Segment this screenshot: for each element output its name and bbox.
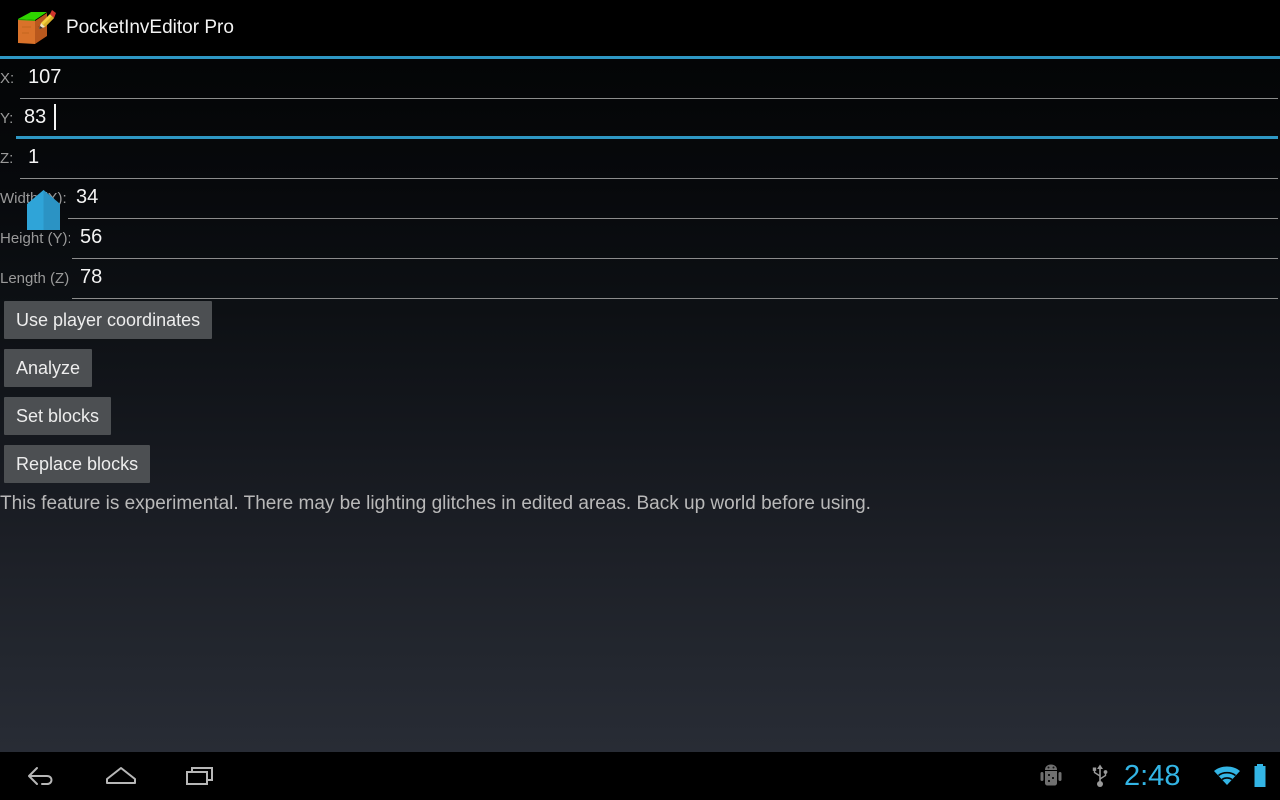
text-selection-handle[interactable]: [27, 190, 60, 230]
analyze-button[interactable]: Analyze: [4, 349, 93, 387]
field-row-z: Z: 1: [0, 139, 1280, 179]
label-x: X:: [0, 70, 15, 87]
set-blocks-button[interactable]: Set blocks: [4, 397, 112, 435]
input-z[interactable]: 1: [20, 139, 1278, 179]
value-width: 34: [76, 186, 99, 208]
input-length[interactable]: 78: [72, 259, 1278, 299]
wifi-icon: [1212, 752, 1242, 800]
field-row-length: Length (Z): 78: [0, 259, 1280, 299]
content-area: X: 107 Y: 83 Z: 1 Width (X): 34 Height (…: [0, 59, 1280, 752]
label-length: Length (Z):: [0, 270, 70, 287]
home-icon[interactable]: [82, 752, 160, 800]
field-row-y: Y: 83: [0, 99, 1280, 139]
title-bar: PocketInvEditor Pro: [0, 0, 1280, 56]
usb-icon: [1086, 752, 1114, 800]
app-screen: PocketInvEditor Pro X: 107 Y: 83 Z: 1 Wi…: [0, 0, 1280, 800]
android-navigation-bar: 2:48: [0, 752, 1280, 800]
underline-length: [72, 298, 1278, 299]
value-length: 78: [80, 266, 103, 288]
status-bar-clock: 2:48: [1124, 760, 1181, 792]
app-title: PocketInvEditor Pro: [66, 17, 234, 38]
recent-apps-icon[interactable]: [162, 752, 240, 800]
input-height[interactable]: 56: [72, 219, 1278, 259]
battery-full-icon: [1248, 752, 1272, 800]
field-row-x: X: 107: [0, 59, 1280, 99]
input-y[interactable]: 83: [16, 99, 1278, 139]
value-z: 1: [28, 146, 40, 168]
input-width[interactable]: 34: [68, 179, 1278, 219]
android-debug-icon: [1036, 752, 1066, 800]
back-icon[interactable]: [2, 752, 80, 800]
replace-blocks-button[interactable]: Replace blocks: [4, 445, 151, 483]
field-row-height: Height (Y): 56: [0, 219, 1280, 259]
use-player-coordinates-button[interactable]: Use player coordinates: [4, 301, 213, 339]
field-row-width: Width (X): 34: [0, 179, 1280, 219]
experimental-warning-text: This feature is experimental. There may …: [0, 493, 871, 514]
label-z: Z:: [0, 150, 14, 167]
block-pencil-icon: [14, 9, 56, 47]
input-x[interactable]: 107: [20, 59, 1278, 99]
value-y: 83: [24, 106, 47, 128]
value-x: 107: [28, 66, 62, 88]
text-caret: [54, 104, 56, 130]
value-height: 56: [80, 226, 103, 248]
